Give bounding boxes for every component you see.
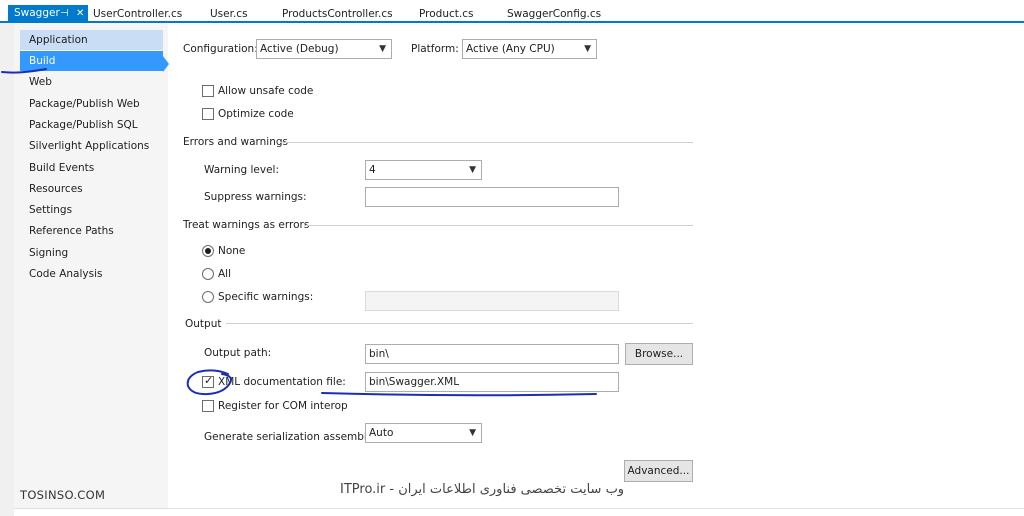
project-properties-sidebar: Application Build Web Package/Publish We… [14,23,168,508]
specific-warnings-input [365,291,619,311]
section-divider [280,142,693,143]
document-tab-strip: Swagger ⊣ ✕ UserController.cs User.cs Pr… [0,0,1024,23]
serialization-assembly-label: Generate serialization assembly: [204,431,376,443]
build-settings-panel: Configuration: Active (Debug) ▼ Platform… [168,23,1024,516]
sidebar-item-build-events[interactable]: Build Events [20,158,163,178]
section-divider [304,225,693,226]
platform-select[interactable]: Active (Any CPU) ▼ [462,39,597,59]
optimize-code-checkbox[interactable] [202,108,214,120]
suppress-warnings-input[interactable] [365,187,619,207]
radio-selected-dot [205,248,211,254]
warning-level-label: Warning level: [204,164,280,176]
sidebar-item-settings[interactable]: Settings [20,200,163,220]
register-com-label: Register for COM interop [218,400,348,412]
treat-warnings-heading: Treat warnings as errors [183,219,310,231]
allow-unsafe-code-label: Allow unsafe code [218,85,314,97]
allow-unsafe-code-checkbox[interactable] [202,85,214,97]
treat-none-label: None [218,245,246,257]
warning-level-value: 4 [369,164,376,176]
errors-and-warnings-heading: Errors and warnings [183,136,289,148]
close-icon[interactable]: ✕ [76,5,84,22]
output-heading: Output [185,318,222,330]
tab-swaggerconfig[interactable]: SwaggerConfig.cs [507,6,601,23]
xml-documentation-input[interactable]: bin\Swagger.XML [365,372,619,392]
pin-icon[interactable]: ⊣ [60,5,69,22]
platform-label: Platform: [411,43,459,55]
chevron-down-icon: ▼ [379,44,386,54]
bottom-border [14,508,1024,509]
treat-specific-label: Specific warnings: [218,291,314,303]
sidebar-item-application[interactable]: Application [20,30,163,50]
output-path-input[interactable]: bin\ [365,344,619,364]
configuration-value: Active (Debug) [260,43,339,55]
configuration-label: Configuration: [183,43,258,55]
sidebar-item-silverlight-applications[interactable]: Silverlight Applications [20,136,163,156]
tab-user[interactable]: User.cs [210,6,248,23]
sidebar-item-package-publish-web[interactable]: Package/Publish Web [20,94,163,114]
warning-level-select[interactable]: 4 ▼ [365,160,482,180]
tab-usercontroller[interactable]: UserController.cs [93,6,182,23]
treat-specific-radio[interactable] [202,291,214,303]
chevron-down-icon: ▼ [469,428,476,438]
tab-swagger-label: Swagger [14,7,60,19]
suppress-warnings-label: Suppress warnings: [204,191,307,203]
configuration-select[interactable]: Active (Debug) ▼ [256,39,392,59]
treat-none-radio[interactable] [202,245,214,257]
sidebar-item-signing[interactable]: Signing [20,243,163,263]
chevron-down-icon: ▼ [584,44,591,54]
sidebar-item-code-analysis[interactable]: Code Analysis [20,264,163,284]
xml-documentation-label: XML documentation file: [218,376,346,388]
output-path-label: Output path: [204,347,272,359]
sidebar-item-resources[interactable]: Resources [20,179,163,199]
chevron-down-icon: ▼ [469,165,476,175]
tab-productscontroller[interactable]: ProductsController.cs [282,6,393,23]
browse-button[interactable]: Browse... [625,343,693,365]
sidebar-item-package-publish-sql[interactable]: Package/Publish SQL [20,115,163,135]
sidebar-item-web[interactable]: Web [20,72,163,92]
tab-swagger[interactable]: Swagger ⊣ ✕ [8,5,88,23]
treat-all-label: All [218,268,232,280]
serialization-assembly-select[interactable]: Auto ▼ [365,423,482,443]
watermark-right-text: ITPro.ir - وب سایت تخصصی فناوری اطلاعات … [340,482,625,497]
tab-product[interactable]: Product.cs [419,6,473,23]
section-divider [226,323,693,324]
window-left-edge [0,23,14,516]
sidebar-item-build[interactable]: Build [20,51,163,71]
checkmark-icon: ✓ [204,374,214,387]
watermark-left-text: TOSINSO.COM [20,488,106,502]
xml-documentation-checkbox[interactable]: ✓ [202,374,214,388]
sidebar-item-reference-paths[interactable]: Reference Paths [20,221,163,241]
register-com-checkbox[interactable] [202,400,214,412]
serialization-assembly-value: Auto [369,427,394,439]
advanced-button[interactable]: Advanced... [624,460,693,482]
platform-value: Active (Any CPU) [466,43,555,55]
treat-all-radio[interactable] [202,268,214,280]
optimize-code-label: Optimize code [218,108,294,120]
